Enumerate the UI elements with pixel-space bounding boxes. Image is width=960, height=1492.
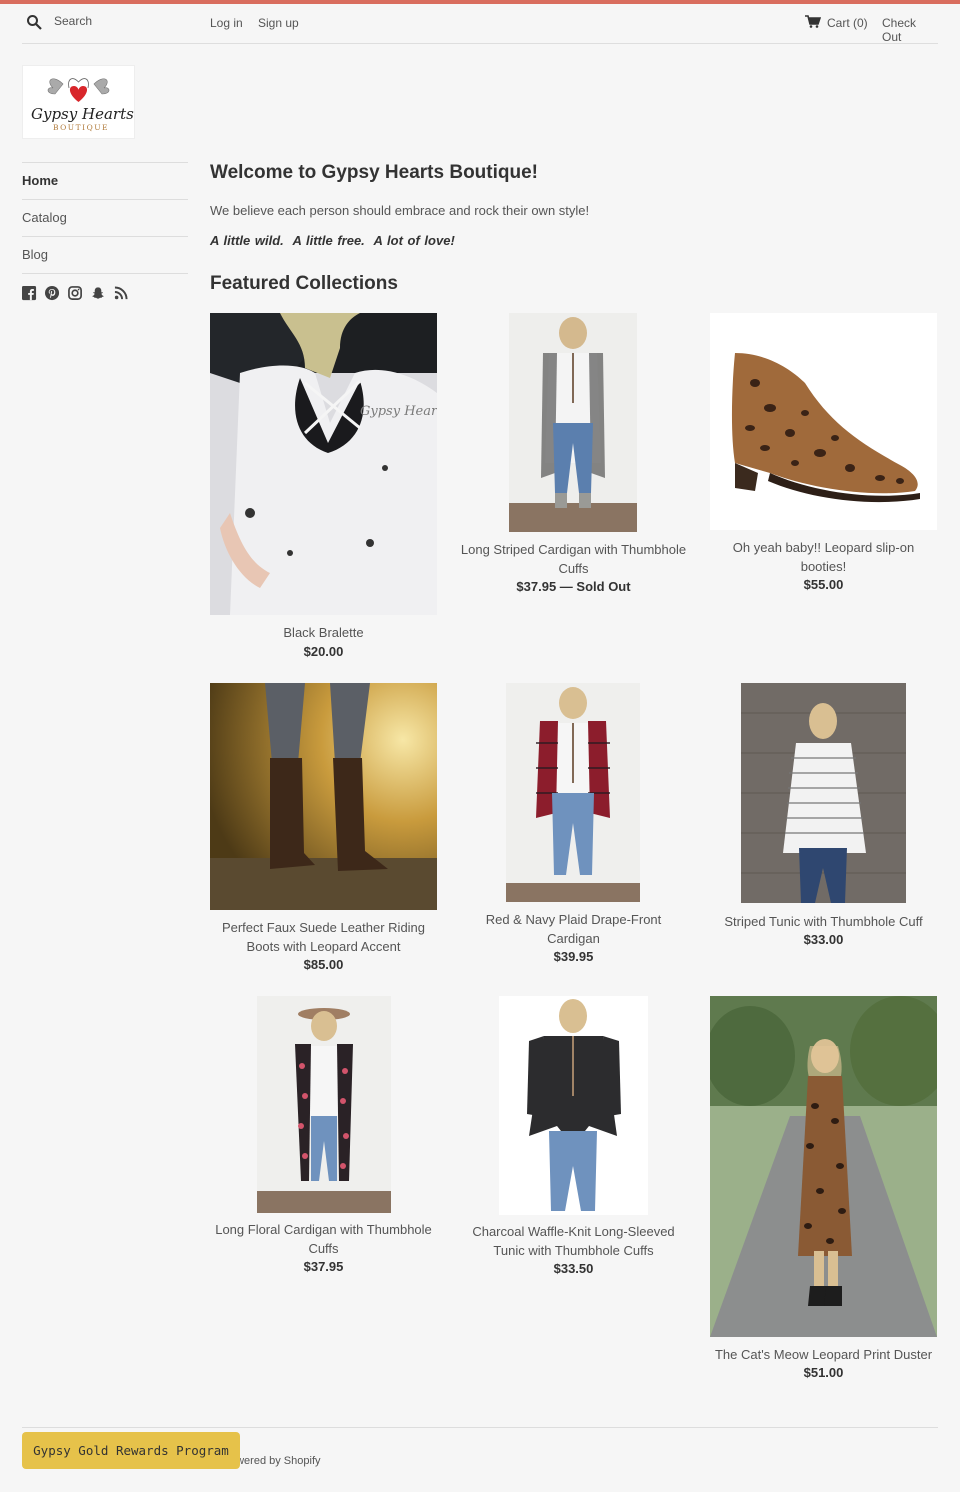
product-title[interactable]: Oh yeah baby!! Leopard slip-on booties! — [710, 538, 937, 576]
sidebar-item-home[interactable]: Home — [22, 162, 188, 199]
product-price: $37.95 — Sold Out — [516, 579, 631, 594]
product-card[interactable]: Red & Navy Plaid Drape-Front Cardigan $3… — [460, 683, 687, 983]
product-image[interactable] — [509, 313, 637, 532]
powered-by-shopify-link[interactable]: owered by Shopify — [230, 1455, 321, 1467]
store-logo[interactable]: Gypsy Hearts BOUTIQUE — [22, 65, 135, 139]
product-image[interactable] — [210, 683, 437, 910]
social-links — [22, 286, 129, 301]
product-title[interactable]: Charcoal Waffle-Knit Long-Sleeved Tunic … — [460, 1222, 687, 1260]
product-price: $39.95 — [553, 949, 594, 964]
cart-link[interactable]: Cart (0) — [827, 16, 868, 30]
welcome-text: We believe each person should embrace an… — [210, 203, 590, 218]
product-card[interactable]: Long Striped Cardigan with Thumbhole Cuf… — [460, 313, 687, 603]
sidebar-divider — [22, 273, 188, 274]
search-input[interactable] — [54, 12, 204, 30]
pinterest-icon[interactable] — [45, 286, 60, 301]
logo-script-text: Gypsy Hearts — [31, 105, 134, 123]
product-price: $20.00 — [303, 644, 344, 659]
featured-collections-heading: Featured Collections — [210, 273, 398, 294]
product-image[interactable] — [257, 996, 391, 1213]
product-card[interactable]: Striped Tunic with Thumbhole Cuff $33.00 — [710, 683, 937, 983]
sidebar-nav: Home Catalog Blog — [22, 162, 188, 274]
product-price: $37.95 — [303, 1259, 344, 1274]
product-title[interactable]: Red & Navy Plaid Drape-Front Cardigan — [460, 910, 687, 948]
facebook-icon[interactable] — [22, 286, 37, 301]
product-title[interactable]: Striped Tunic with Thumbhole Cuff — [710, 912, 937, 931]
checkout-link[interactable]: Check Out — [882, 16, 938, 44]
product-title[interactable]: The Cat's Meow Leopard Print Duster — [710, 1345, 937, 1364]
product-title[interactable]: Long Striped Cardigan with Thumbhole Cuf… — [460, 540, 687, 578]
product-image[interactable] — [710, 313, 937, 530]
product-price: $33.50 — [553, 1261, 594, 1276]
top-navigation: Log in Sign up Cart (0) Check Out — [22, 4, 938, 44]
welcome-heading: Welcome to Gypsy Hearts Boutique! — [210, 162, 538, 183]
product-card[interactable]: Charcoal Waffle-Knit Long-Sleeved Tunic … — [460, 996, 687, 1286]
cart-icon[interactable] — [805, 15, 821, 28]
sidebar-item-catalog[interactable]: Catalog — [22, 199, 188, 236]
product-image[interactable]: Gypsy Hearts — [210, 313, 437, 615]
product-price: $51.00 — [803, 1365, 844, 1380]
product-title[interactable]: Black Bralette — [210, 623, 437, 642]
product-card[interactable]: Perfect Faux Suede Leather Riding Boots … — [210, 683, 437, 983]
search-icon[interactable] — [26, 14, 42, 30]
instagram-icon[interactable] — [68, 286, 83, 301]
sidebar-item-blog[interactable]: Blog — [22, 236, 188, 273]
product-image[interactable] — [506, 683, 640, 902]
snapchat-icon[interactable] — [91, 286, 106, 301]
product-image[interactable] — [499, 996, 648, 1215]
product-title[interactable]: Long Floral Cardigan with Thumbhole Cuff… — [210, 1220, 437, 1258]
rewards-program-button[interactable]: Gypsy Gold Rewards Program — [22, 1432, 240, 1469]
login-link[interactable]: Log in — [210, 16, 243, 30]
product-title[interactable]: Perfect Faux Suede Leather Riding Boots … — [210, 918, 437, 956]
product-image[interactable] — [710, 996, 937, 1337]
product-card[interactable]: Gypsy Hearts Black Bralette $20.00 — [210, 313, 437, 663]
logo-boutique-text: BOUTIQUE — [53, 123, 109, 132]
svg-text:Gypsy Hearts: Gypsy Hearts — [360, 404, 437, 419]
welcome-tagline: A little wild. A little free. A lot of l… — [210, 233, 455, 248]
product-card[interactable]: Oh yeah baby!! Leopard slip-on booties! … — [710, 313, 937, 603]
product-card[interactable]: The Cat's Meow Leopard Print Duster $51.… — [710, 996, 937, 1396]
signup-link[interactable]: Sign up — [258, 16, 299, 30]
product-card[interactable]: Long Floral Cardigan with Thumbhole Cuff… — [210, 996, 437, 1286]
product-image[interactable] — [741, 683, 906, 903]
product-price: $55.00 — [803, 577, 844, 592]
product-price: $33.00 — [803, 932, 844, 947]
rss-icon[interactable] — [114, 286, 129, 301]
product-price: $85.00 — [303, 957, 344, 972]
footer-divider — [22, 1427, 938, 1428]
